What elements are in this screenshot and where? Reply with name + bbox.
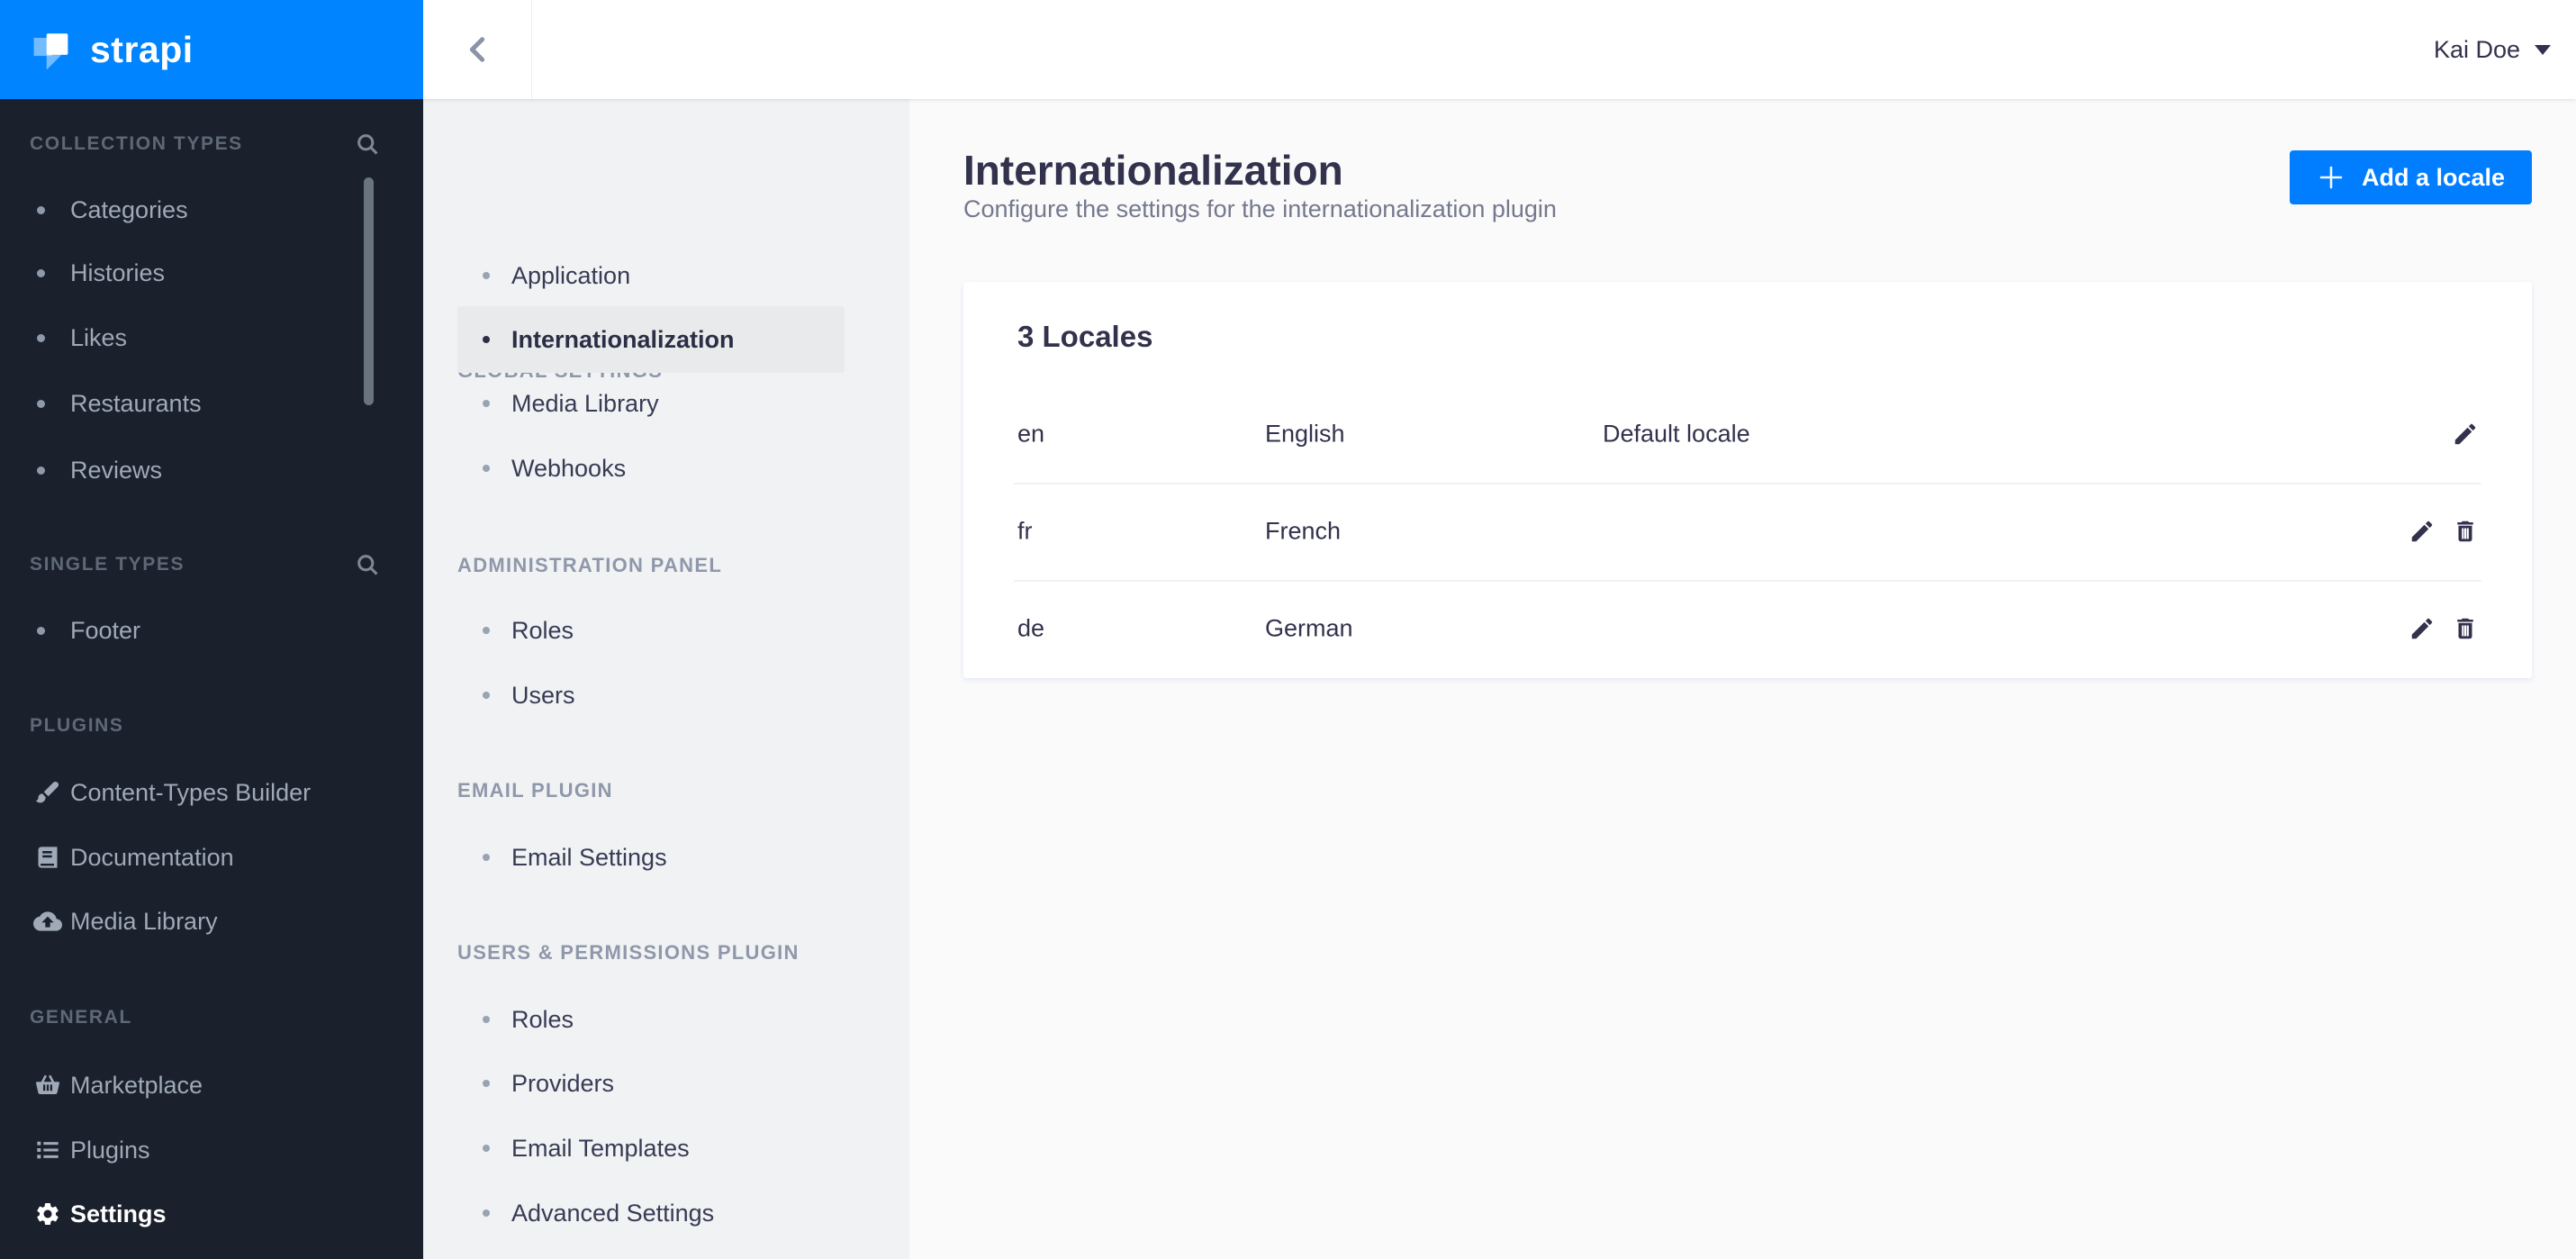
sidebar-item-likes[interactable]: Likes bbox=[0, 322, 423, 354]
settings-nav-header-users-permissions-plugin: USERS & PERMISSIONS PLUGIN bbox=[457, 941, 800, 964]
locale-row-fr: fr French bbox=[963, 483, 2532, 580]
caret-down-icon bbox=[2535, 44, 2551, 55]
settings-nav-header-email-plugin: EMAIL PLUGIN bbox=[457, 779, 613, 802]
bullet-icon bbox=[483, 627, 490, 634]
bullet-icon bbox=[483, 854, 490, 861]
list-icon bbox=[32, 1135, 63, 1165]
settings-nav-item-users[interactable]: Users bbox=[423, 679, 909, 711]
back-button[interactable] bbox=[423, 0, 532, 99]
main-content: Internationalization Configure the setti… bbox=[909, 99, 2576, 1259]
locale-row-en: en English Default locale bbox=[963, 385, 2532, 483]
add-locale-label: Add a locale bbox=[2361, 163, 2505, 191]
basket-icon bbox=[32, 1070, 63, 1100]
locale-code: de bbox=[1017, 614, 1045, 642]
settings-nav-item-email-settings[interactable]: Email Settings bbox=[423, 841, 909, 874]
delete-icon[interactable] bbox=[2449, 612, 2481, 645]
row-actions bbox=[2406, 515, 2481, 548]
search-icon[interactable] bbox=[352, 130, 383, 160]
row-actions bbox=[2449, 418, 2481, 450]
bullet-icon bbox=[37, 333, 45, 342]
edit-icon[interactable] bbox=[2406, 612, 2438, 645]
settings-nav-item-email-templates[interactable]: Email Templates bbox=[423, 1132, 909, 1164]
sidebar-item-categories[interactable]: Categories bbox=[0, 194, 423, 226]
page-subtitle: Configure the settings for the internati… bbox=[963, 195, 1557, 222]
bullet-icon bbox=[483, 400, 490, 407]
bullet-icon bbox=[483, 1016, 490, 1023]
delete-icon[interactable] bbox=[2449, 515, 2481, 548]
settings-nav-item-advanced-settings[interactable]: Advanced Settings bbox=[423, 1197, 909, 1229]
locale-name: German bbox=[1265, 614, 1353, 642]
sidebar-item-footer[interactable]: Footer bbox=[0, 614, 423, 647]
locale-row-de: de German bbox=[963, 580, 2532, 677]
brush-icon bbox=[32, 777, 63, 808]
settings-nav-item-roles-up[interactable]: Roles bbox=[423, 1003, 909, 1036]
bullet-icon bbox=[37, 466, 45, 475]
settings-nav-item-internationalization[interactable]: Internationalization bbox=[457, 306, 845, 373]
cloud-upload-icon bbox=[32, 906, 63, 937]
settings-nav-header-administration-panel: ADMINISTRATION PANEL bbox=[457, 554, 723, 576]
bullet-icon bbox=[483, 1209, 490, 1217]
edit-icon[interactable] bbox=[2406, 515, 2438, 548]
add-locale-button[interactable]: Add a locale bbox=[2289, 150, 2532, 204]
sidebar-item-plugins[interactable]: Plugins bbox=[0, 1134, 423, 1166]
settings-nav-item-providers[interactable]: Providers bbox=[423, 1067, 909, 1100]
settings-nav-item-application[interactable]: Application bbox=[423, 259, 909, 292]
bullet-icon bbox=[483, 1145, 490, 1152]
locales-card: 3 Locales en English Default locale fr F… bbox=[963, 282, 2532, 678]
locales-card-title: 3 Locales bbox=[1017, 320, 1153, 353]
settings-nav-item-media-library[interactable]: Media Library bbox=[423, 387, 909, 420]
sidebar-item-media-library[interactable]: Media Library bbox=[0, 905, 423, 937]
settings-nav-item-webhooks[interactable]: Webhooks bbox=[423, 452, 909, 485]
gear-icon bbox=[32, 1199, 63, 1229]
chevron-left-icon bbox=[469, 37, 485, 62]
settings-nav: Application GLOBAL SETTINGS Internationa… bbox=[423, 99, 909, 1259]
bullet-icon bbox=[483, 336, 490, 343]
main-sidebar: strapi COLLECTION TYPES Categories Histo… bbox=[0, 0, 423, 1259]
plus-icon bbox=[2319, 166, 2343, 189]
bullet-icon bbox=[37, 205, 45, 214]
settings-nav-item-roles-admin[interactable]: Roles bbox=[423, 614, 909, 647]
locale-code: fr bbox=[1017, 517, 1033, 545]
sidebar-item-reviews[interactable]: Reviews bbox=[0, 454, 423, 486]
search-icon[interactable] bbox=[352, 550, 383, 581]
strapi-logo-text: strapi bbox=[90, 28, 194, 70]
sidebar-item-documentation[interactable]: Documentation bbox=[0, 841, 423, 874]
bullet-icon bbox=[37, 626, 45, 635]
sidebar-item-restaurants[interactable]: Restaurants bbox=[0, 387, 423, 420]
strapi-logo-icon bbox=[33, 33, 68, 70]
section-header-general: GENERAL bbox=[30, 1007, 132, 1028]
topbar: Kai Doe bbox=[423, 0, 2576, 99]
sidebar-item-histories[interactable]: Histories bbox=[0, 257, 423, 289]
locale-code: en bbox=[1017, 420, 1045, 448]
strapi-logo[interactable]: strapi bbox=[0, 0, 423, 99]
section-header-collection-types: COLLECTION TYPES bbox=[30, 133, 243, 154]
section-header-plugins: PLUGINS bbox=[30, 715, 124, 736]
bullet-icon bbox=[37, 399, 45, 408]
bullet-icon bbox=[37, 268, 45, 277]
sidebar-item-settings[interactable]: Settings bbox=[0, 1198, 423, 1230]
locale-name: English bbox=[1265, 420, 1345, 448]
bullet-icon bbox=[483, 272, 490, 279]
bullet-icon bbox=[483, 692, 490, 699]
page-title: Internationalization bbox=[963, 147, 1343, 194]
locale-name: French bbox=[1265, 517, 1342, 545]
edit-icon[interactable] bbox=[2449, 418, 2481, 450]
bullet-icon bbox=[483, 1080, 490, 1087]
sidebar-item-marketplace[interactable]: Marketplace bbox=[0, 1069, 423, 1101]
bullet-icon bbox=[483, 465, 490, 472]
row-actions bbox=[2406, 612, 2481, 645]
sidebar-item-content-types-builder[interactable]: Content-Types Builder bbox=[0, 776, 423, 809]
book-icon bbox=[32, 842, 63, 873]
locale-default-badge: Default locale bbox=[1603, 420, 1750, 448]
section-header-single-types: SINGLE TYPES bbox=[30, 554, 185, 575]
user-menu[interactable]: Kai Doe bbox=[2434, 0, 2551, 99]
user-name: Kai Doe bbox=[2433, 35, 2520, 63]
